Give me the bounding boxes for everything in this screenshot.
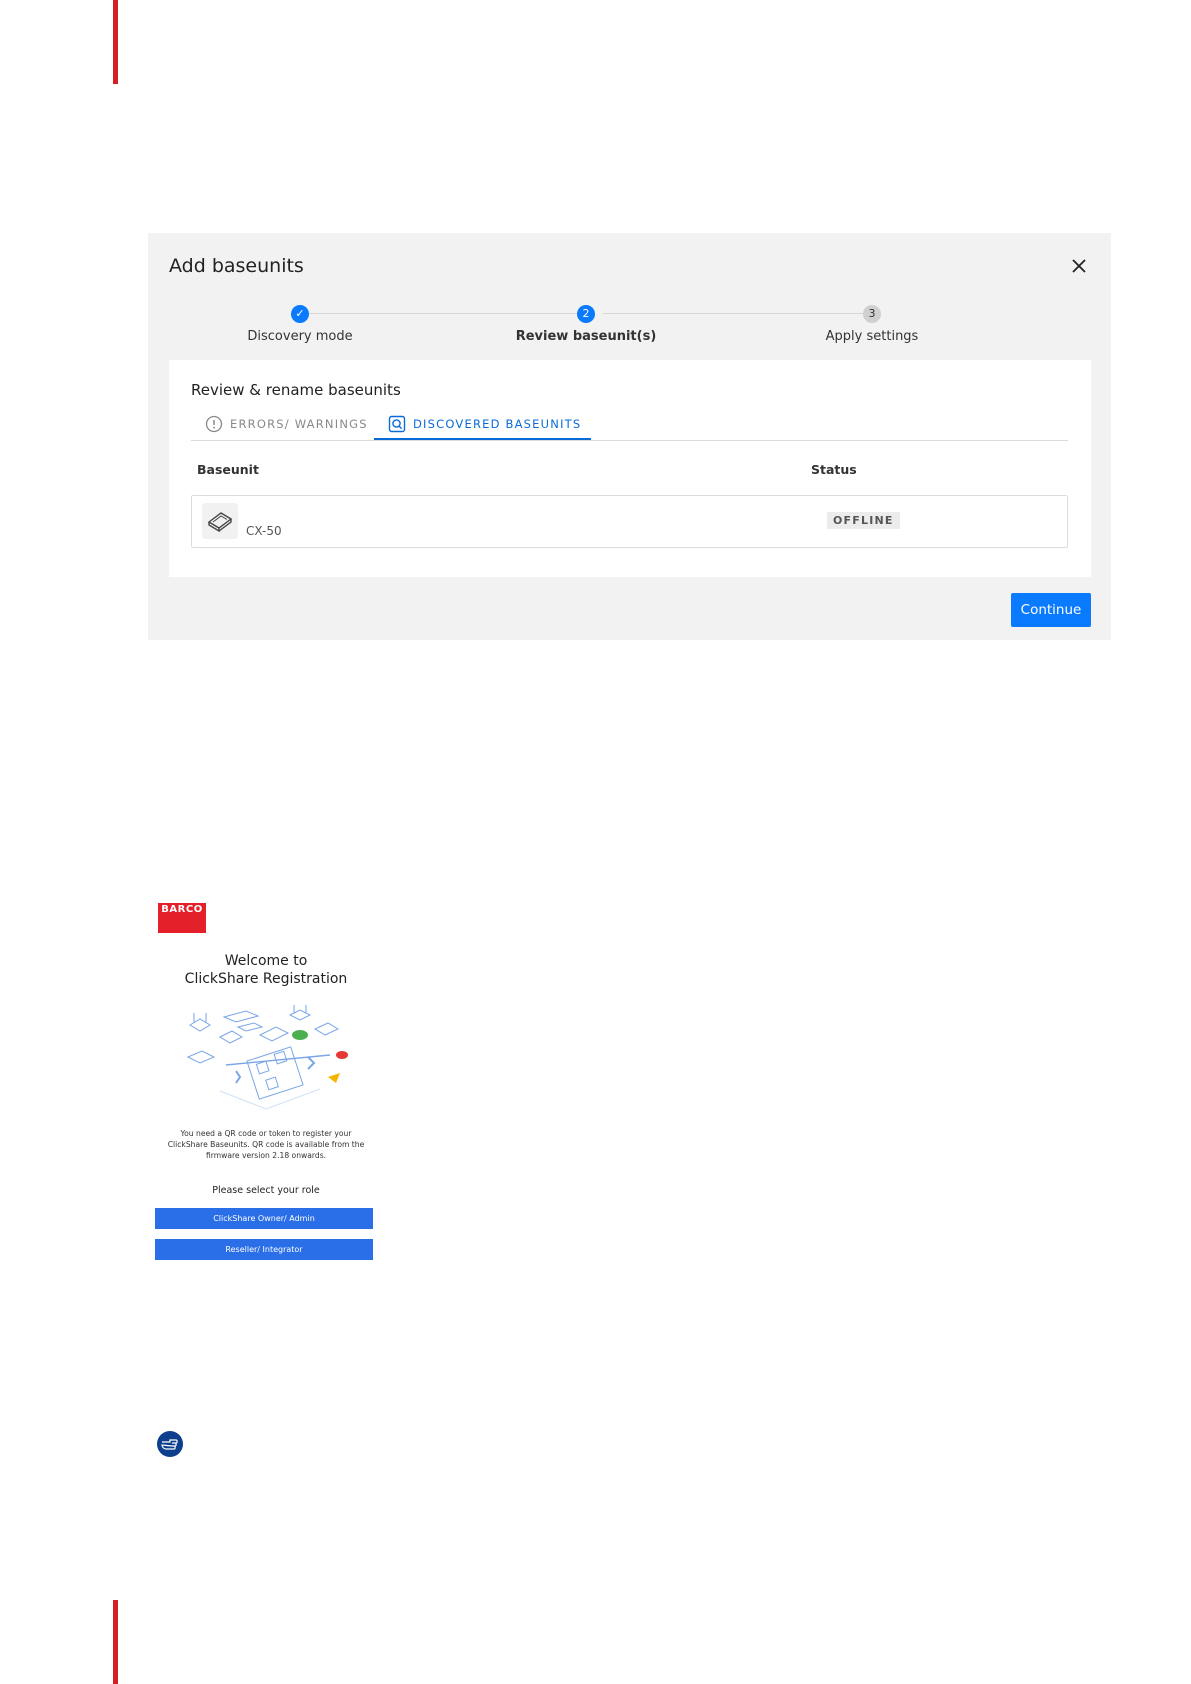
welcome-line: Welcome to [224,953,308,969]
barco-logo: BARCO [158,903,206,933]
registration-illustration [186,1005,348,1110]
page-marker-top [113,0,118,84]
baseunit-name: CX-50 [246,524,282,538]
close-icon[interactable] [1069,256,1089,276]
tab-label: ERRORS/ WARNINGS [230,417,368,431]
column-header-baseunit: Baseunit [197,462,259,477]
dialog-title: Add baseunits [169,255,304,277]
check-icon: ✓ [291,305,309,323]
continue-button[interactable]: Continue [1011,593,1091,627]
step-label: Discovery mode [247,329,353,344]
role-prompt: Please select your role [212,1185,320,1196]
tab-bar: ERRORS/ WARNINGS DISCOVERED BASEUNITS [191,410,1068,441]
tab-discovered-baseunits[interactable]: DISCOVERED BASEUNITS [374,410,592,440]
warning-circle-icon [205,415,223,433]
step-review-baseunits: 2 Review baseunit(s) [486,305,686,344]
info-line: ClickShare Baseunits. QR code is availab… [167,1140,365,1149]
welcome-heading: Welcome to ClickShare Registration [155,952,377,988]
owner-admin-button[interactable]: ClickShare Owner/ Admin [155,1208,373,1229]
status-badge: OFFLINE [827,512,900,529]
card-title: Review & rename baseunits [191,381,401,399]
tip-hand-icon [157,1431,183,1457]
step-number: 2 [577,305,595,323]
step-apply-settings: 3 Apply settings [772,305,972,344]
stepper: ✓ Discovery mode 2 Review baseunit(s) 3 … [148,305,1111,365]
add-baseunits-dialog: Add baseunits ✓ Discovery mode 2 Review … [148,233,1111,640]
review-card: Review & rename baseunits ERRORS/ WARNIN… [169,360,1091,577]
column-header-status: Status [811,462,857,477]
info-line: firmware version 2.18 onwards. [205,1151,327,1160]
reseller-integrator-button[interactable]: Reseller/ Integrator [155,1239,373,1260]
step-discovery-mode: ✓ Discovery mode [200,305,400,344]
logo-text: BARCO [161,904,203,915]
tab-errors-warnings[interactable]: ERRORS/ WARNINGS [205,410,368,438]
page-marker-bottom [113,1600,118,1684]
tab-label: DISCOVERED BASEUNITS [413,417,582,431]
welcome-line: ClickShare Registration [184,971,348,987]
step-label: Review baseunit(s) [515,329,657,344]
registration-info: You need a QR code or token to register … [155,1128,377,1161]
step-label: Apply settings [825,329,919,344]
baseunit-device-icon [202,503,238,539]
info-line: You need a QR code or token to register … [180,1129,352,1138]
table-row[interactable]: CX-50 OFFLINE [191,495,1068,548]
step-number: 3 [863,305,881,323]
registration-panel: BARCO Welcome to ClickShare Registration [155,900,377,1270]
discover-icon [388,415,406,433]
